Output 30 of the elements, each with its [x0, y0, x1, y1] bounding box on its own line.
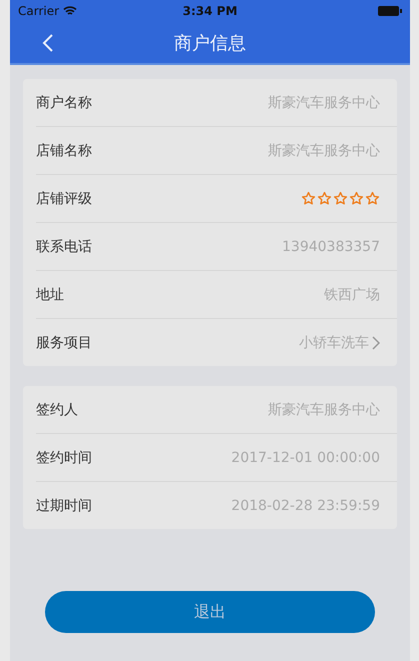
- carrier-label: Carrier: [18, 4, 60, 18]
- field-label: 地址: [36, 286, 64, 304]
- status-time: 3:34 PM: [182, 4, 238, 18]
- field-value: 2017-12-01 00:00:00: [231, 450, 380, 466]
- field-label: 店铺名称: [36, 142, 92, 160]
- field-value: 2018-02-28 23:59:59: [231, 498, 380, 514]
- chevron-left-icon[interactable]: [42, 34, 54, 52]
- wifi-icon: [63, 6, 78, 16]
- star-icon: [317, 191, 332, 206]
- field-value: 13940383357: [282, 238, 380, 254]
- star-icon: [349, 191, 364, 206]
- field-value: 斯豪汽车服务中心: [268, 142, 380, 160]
- field-value: 斯豪汽车服务中心: [268, 400, 380, 418]
- field-label: 签约人: [36, 400, 78, 418]
- field-label: 商户名称: [36, 94, 92, 112]
- field-label: 签约时间: [36, 448, 92, 466]
- battery-icon: [378, 6, 402, 16]
- star-icon: [333, 191, 348, 206]
- page-title: 商户信息: [174, 32, 246, 54]
- logout-button[interactable]: 退出: [45, 591, 375, 633]
- field-label: 联系电话: [36, 238, 92, 256]
- field-label: 店铺评级: [36, 190, 92, 208]
- field-value: 铁西广场: [324, 286, 380, 304]
- field-label: 服务项目: [36, 334, 92, 352]
- star-icon: [365, 191, 380, 206]
- star-icon: [301, 191, 316, 206]
- chevron-right-icon[interactable]: [372, 336, 380, 350]
- field-label: 过期时间: [36, 496, 92, 514]
- field-value: 斯豪汽车服务中心: [268, 94, 380, 112]
- field-value: 小轿车洗车: [299, 334, 369, 352]
